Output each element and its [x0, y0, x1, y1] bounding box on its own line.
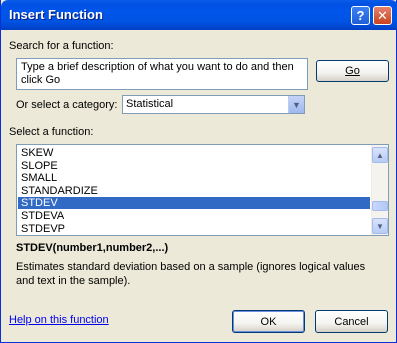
scroll-thumb[interactable] [372, 201, 388, 211]
function-list-scrollbar[interactable]: ▲ ▼ [371, 145, 388, 235]
category-value: Statistical [126, 98, 174, 110]
go-button-label: Go [345, 65, 360, 77]
ok-button-label: OK [260, 315, 277, 328]
scroll-up-icon[interactable]: ▲ [372, 147, 388, 163]
window-title: Insert Function [9, 7, 103, 22]
cancel-button[interactable]: Cancel [315, 310, 388, 333]
help-on-function-link[interactable]: Help on this function [9, 314, 109, 326]
function-list-item[interactable]: STDEV [18, 197, 370, 210]
category-label: Or select a category: [16, 99, 118, 111]
function-list-item[interactable]: SMALL [18, 172, 370, 184]
category-select[interactable]: Statistical ▼ [122, 95, 305, 114]
search-label: Search for a function: [9, 40, 114, 52]
search-input[interactable]: Type a brief description of what you wan… [16, 58, 308, 90]
help-icon[interactable]: ? [351, 6, 370, 25]
function-list-item[interactable]: STANDARDIZE [18, 185, 370, 197]
function-list[interactable]: SKEW SLOPE SMALL STANDARDIZE STDEV STDEVA STDE… [16, 144, 389, 236]
function-list-item[interactable]: SLOPE [18, 160, 370, 172]
function-list-item[interactable]: STDEVA [18, 210, 370, 222]
cancel-button-label: Cancel [334, 315, 369, 328]
function-description: Estimates standard deviation based on a … [16, 261, 366, 287]
go-button[interactable]: Go [316, 60, 389, 82]
title-bar[interactable]: Insert Function ? ✕ [1, 0, 397, 30]
ok-button[interactable]: OK [232, 310, 305, 333]
function-list-item[interactable]: SKEW [18, 147, 370, 159]
scroll-down-icon[interactable]: ▼ [372, 218, 388, 234]
function-signature: STDEV(number1,number2,...) [16, 242, 169, 254]
insert-function-dialog: Insert Function ? ✕ Search for a functio… [0, 0, 397, 343]
close-icon[interactable]: ✕ [373, 6, 392, 25]
function-list-item[interactable]: STDEVP [18, 223, 370, 235]
chevron-down-icon[interactable]: ▼ [288, 96, 304, 113]
function-list-label: Select a function: [9, 126, 94, 138]
